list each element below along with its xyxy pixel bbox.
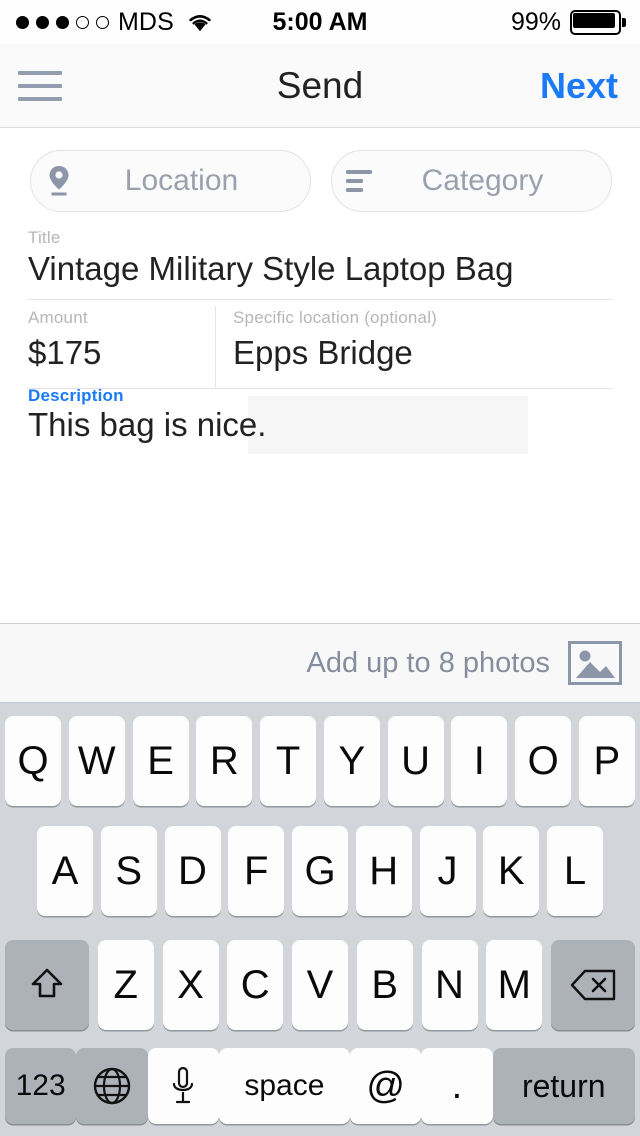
description-text-selection — [248, 396, 528, 454]
navigation-bar: Send Next — [0, 44, 640, 128]
key-p[interactable]: P — [578, 716, 635, 806]
key-e[interactable]: E — [132, 716, 189, 806]
shift-arrow-icon[interactable] — [5, 940, 89, 1030]
key-t[interactable]: T — [260, 716, 317, 806]
key-a[interactable]: A — [37, 826, 93, 916]
keyboard-row-3: Z X C V B N M — [0, 936, 640, 1034]
specific-location-label: Specific location (optional) — [233, 308, 438, 327]
key-h[interactable]: H — [355, 826, 412, 916]
location-label: Location — [124, 164, 239, 197]
pill-row: Location Category — [0, 150, 640, 212]
form-content: Location Category Title Vintage Military… — [0, 128, 640, 623]
specific-location-input[interactable]: Epps Bridge — [233, 334, 613, 372]
add-photos-label: Add up to 8 photos — [306, 646, 550, 679]
key-m[interactable]: M — [486, 940, 543, 1030]
key-n[interactable]: N — [421, 940, 478, 1030]
key-i[interactable]: I — [451, 716, 508, 806]
description-field-label: Description — [28, 386, 124, 405]
key-u[interactable]: U — [387, 716, 444, 806]
key-b[interactable]: B — [356, 940, 413, 1030]
amount-input[interactable]: $175 — [28, 334, 193, 372]
title-input[interactable]: Vintage Military Style Laptop Bag — [28, 250, 514, 288]
space-key[interactable]: space — [218, 1048, 350, 1124]
title-field-row[interactable]: Title Vintage Military Style Laptop Bag — [0, 228, 640, 300]
key-y[interactable]: Y — [323, 716, 380, 806]
key-x[interactable]: X — [162, 940, 219, 1030]
numbers-key[interactable]: 123 — [5, 1048, 77, 1124]
amount-field[interactable]: Amount $175 — [28, 308, 193, 372]
key-s[interactable]: S — [100, 826, 157, 916]
microphone-icon[interactable] — [147, 1048, 219, 1124]
key-v[interactable]: V — [292, 940, 348, 1030]
next-button[interactable]: Next — [540, 44, 618, 128]
map-pin-icon — [31, 164, 87, 198]
description-field-row[interactable]: Description This bag is nice. — [0, 386, 640, 476]
globe-language-icon[interactable] — [76, 1048, 148, 1124]
key-d[interactable]: D — [164, 826, 221, 916]
key-w[interactable]: W — [68, 716, 125, 806]
onscreen-keyboard[interactable]: Q W E R T Y U I O P A S D F G H J K L Z … — [0, 703, 640, 1136]
category-label: Category — [421, 164, 544, 197]
list-lines-icon — [332, 168, 388, 194]
battery-icon — [570, 9, 626, 35]
key-o[interactable]: O — [515, 716, 572, 806]
title-field-label: Title — [28, 228, 61, 247]
add-photos-bar[interactable]: Add up to 8 photos — [0, 623, 640, 703]
status-bar-right: 99% — [511, 0, 626, 44]
keyboard-row-1: Q W E R T Y U I O P — [0, 716, 640, 814]
app-screen: MDS 5:00 AM 99% Send Next Location Categ… — [0, 0, 640, 1136]
key-c[interactable]: C — [227, 940, 284, 1030]
period-key[interactable]: . — [421, 1048, 493, 1124]
key-k[interactable]: K — [483, 826, 540, 916]
key-z[interactable]: Z — [97, 940, 154, 1030]
keyboard-row-2: A S D F G H J K L — [0, 826, 640, 924]
key-r[interactable]: R — [196, 716, 253, 806]
battery-percent: 99% — [510, 7, 561, 36]
key-g[interactable]: G — [292, 826, 348, 916]
amount-field-label: Amount — [28, 308, 88, 327]
keyboard-row-4: 123 space @ . return — [0, 1046, 640, 1126]
status-bar: MDS 5:00 AM 99% — [0, 0, 640, 44]
key-l[interactable]: L — [547, 826, 603, 916]
backspace-delete-icon[interactable] — [551, 940, 635, 1030]
description-input[interactable]: This bag is nice. — [28, 406, 266, 444]
return-key[interactable]: return — [492, 1048, 635, 1124]
key-j[interactable]: J — [419, 826, 476, 916]
title-divider — [28, 299, 612, 300]
at-symbol-key[interactable]: @ — [350, 1048, 422, 1124]
amount-location-row: Amount $175 Specific location (optional)… — [0, 306, 640, 389]
location-button[interactable]: Location — [30, 150, 311, 212]
specific-location-field[interactable]: Specific location (optional) Epps Bridge — [233, 308, 613, 372]
amount-location-divider — [215, 306, 216, 388]
photo-image-icon[interactable] — [568, 641, 622, 685]
category-button[interactable]: Category — [331, 150, 612, 212]
key-q[interactable]: Q — [5, 716, 61, 806]
key-f[interactable]: F — [228, 826, 285, 916]
